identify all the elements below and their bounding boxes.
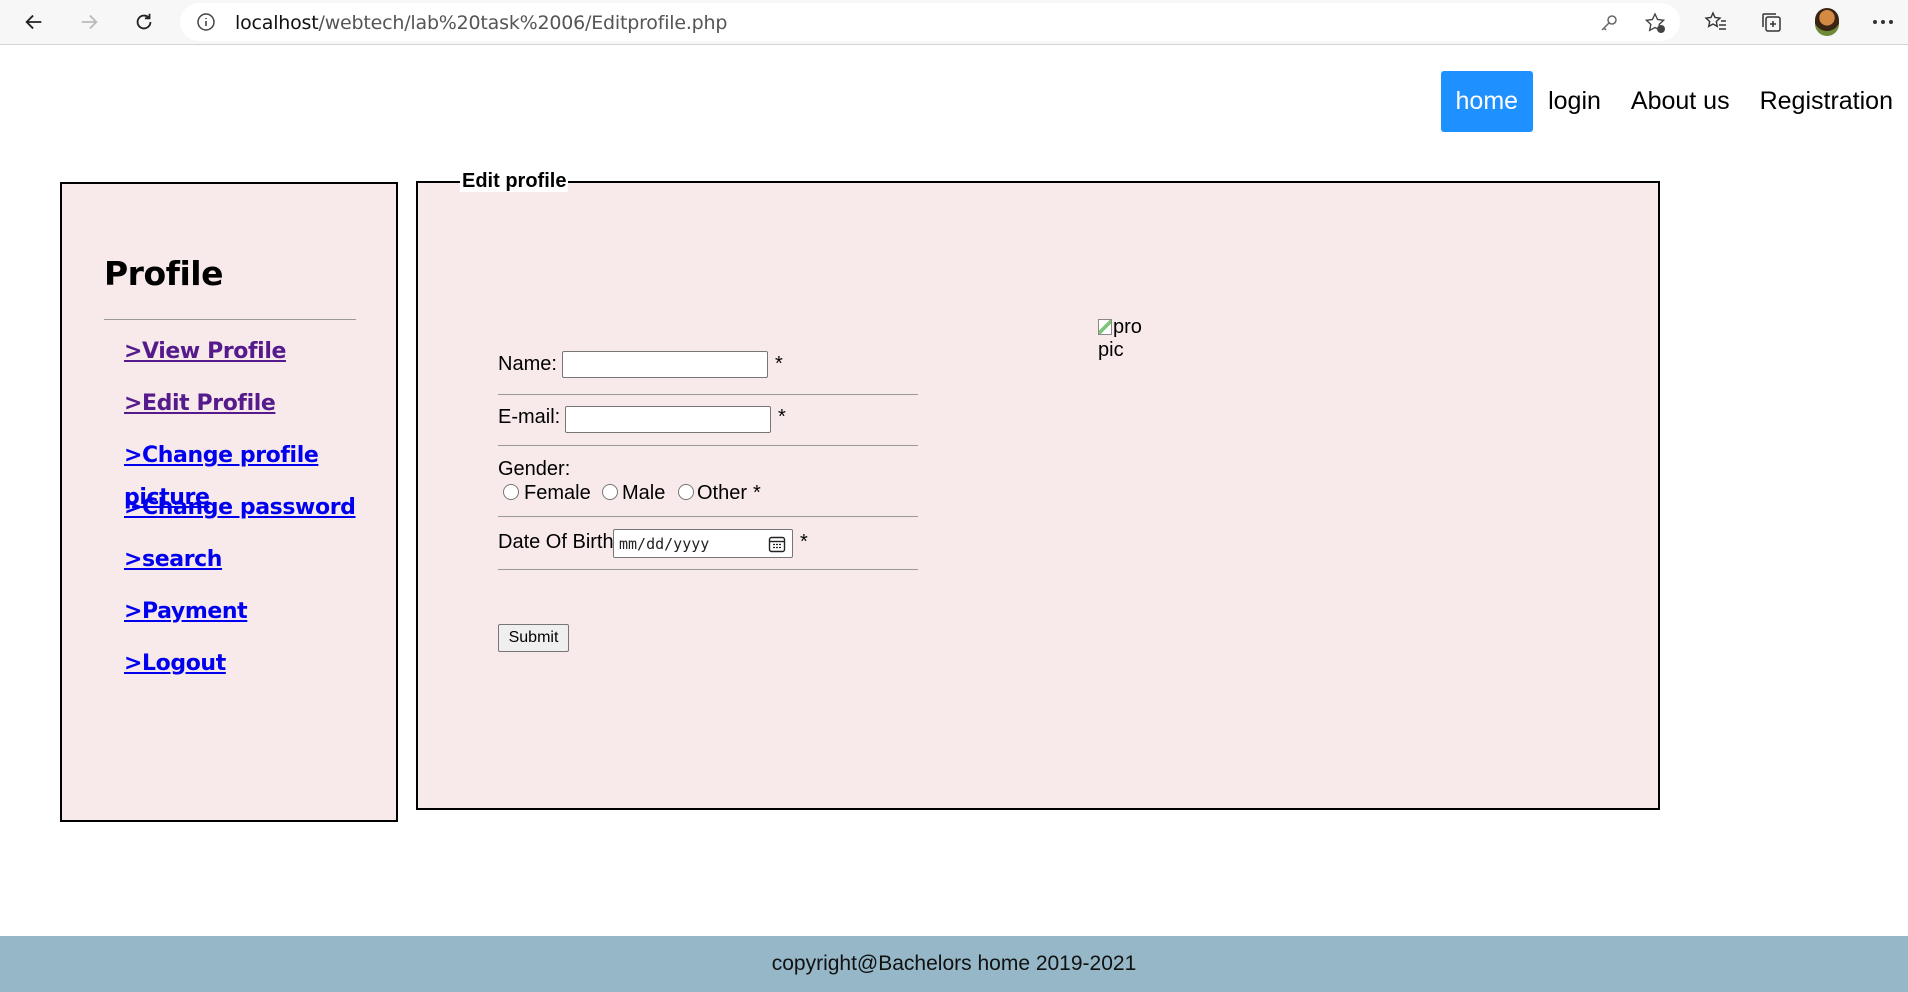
site-nav: home login About us Registration — [1440, 71, 1908, 132]
dob-date-input[interactable]: mm/dd/yyyy — [613, 529, 793, 558]
dob-label: Date Of Birth — [498, 531, 614, 553]
gender-female-radio[interactable] — [503, 484, 519, 500]
edit-profile-fieldset: Edit profile Name: * E-mail: * Gender: F… — [416, 170, 1660, 810]
fieldset-legend: Edit profile — [460, 170, 569, 192]
gender-other-label: Other — [697, 482, 748, 504]
footer-copyright: copyright@Bachelors home 2019-2021 — [771, 952, 1137, 975]
footer: copyright@Bachelors home 2019-2021 — [0, 936, 1908, 992]
required-mark: * — [753, 482, 761, 504]
collections-button[interactable] — [1757, 8, 1785, 36]
email-label: E-mail: — [498, 406, 561, 428]
calendar-icon[interactable] — [768, 535, 786, 553]
url-text: localhost/webtech/lab%20task%2006/Editpr… — [235, 12, 728, 34]
email-field[interactable] — [565, 406, 771, 433]
required-mark: * — [800, 531, 808, 553]
edit-profile-form: Name: * E-mail: * Gender: Female Male Ot… — [498, 351, 918, 570]
gender-male-label: Male — [622, 482, 666, 504]
key-icon[interactable] — [1598, 12, 1620, 34]
more-icon — [1873, 20, 1893, 24]
name-row: Name: * — [498, 351, 918, 395]
name-label: Name: — [498, 353, 557, 375]
sidebar-link-change-password[interactable]: >Change password — [124, 495, 356, 520]
gender-row: Gender: Female Male Other * — [498, 446, 918, 517]
sidebar-link-view-profile[interactable]: >View Profile — [124, 339, 286, 364]
gender-label: Gender: — [498, 458, 571, 480]
collections-icon — [1762, 13, 1781, 32]
email-row: E-mail: * — [498, 395, 918, 446]
nav-registration[interactable]: Registration — [1745, 71, 1908, 132]
dob-placeholder: mm/dd/yyyy — [619, 535, 710, 553]
sidebar-link-search[interactable]: >search — [124, 547, 222, 572]
nav-home[interactable]: home — [1440, 71, 1534, 132]
required-mark: * — [778, 406, 786, 428]
gender-female-label: Female — [524, 482, 591, 504]
gender-other-radio[interactable] — [678, 484, 694, 500]
arrow-right-icon — [81, 14, 98, 30]
name-field[interactable] — [562, 351, 768, 378]
required-mark: * — [775, 353, 783, 375]
sidebar-divider — [104, 319, 356, 320]
sidebar-link-payment[interactable]: >Payment — [124, 599, 248, 624]
back-button[interactable] — [17, 5, 51, 39]
profile-button[interactable] — [1813, 8, 1841, 36]
gender-male-radio[interactable] — [602, 484, 618, 500]
submit-button[interactable]: Submit — [498, 624, 569, 652]
reload-button[interactable] — [127, 5, 161, 39]
address-bar[interactable]: localhost/webtech/lab%20task%2006/Editpr… — [180, 3, 1680, 41]
profile-picture: pro pic — [1098, 316, 1158, 362]
nav-login[interactable]: login — [1533, 71, 1616, 132]
sidebar-links: >View Profile >Edit Profile >Change prof… — [124, 332, 396, 696]
broken-image-icon — [1098, 319, 1112, 335]
refresh-icon — [136, 13, 152, 30]
sidebar-link-edit-profile[interactable]: >Edit Profile — [124, 391, 276, 416]
menu-button[interactable] — [1869, 8, 1897, 36]
arrow-left-icon — [25, 14, 42, 30]
favorite-add-icon[interactable] — [1644, 12, 1666, 34]
avatar — [1815, 8, 1839, 36]
nav-about-us[interactable]: About us — [1616, 71, 1745, 132]
info-icon[interactable] — [196, 12, 216, 32]
browser-toolbar: localhost/webtech/lab%20task%2006/Editpr… — [0, 0, 1908, 45]
forward-button[interactable] — [72, 5, 106, 39]
favorites-button[interactable] — [1702, 8, 1730, 36]
sidebar-link-logout[interactable]: >Logout — [124, 651, 226, 676]
favorites-list-icon — [1704, 11, 1726, 30]
sidebar-title: Profile — [104, 254, 224, 293]
dob-row: Date Of Birth mm/dd/yyyy * — [498, 517, 918, 570]
profile-sidebar: Profile >View Profile >Edit Profile >Cha… — [60, 182, 398, 822]
